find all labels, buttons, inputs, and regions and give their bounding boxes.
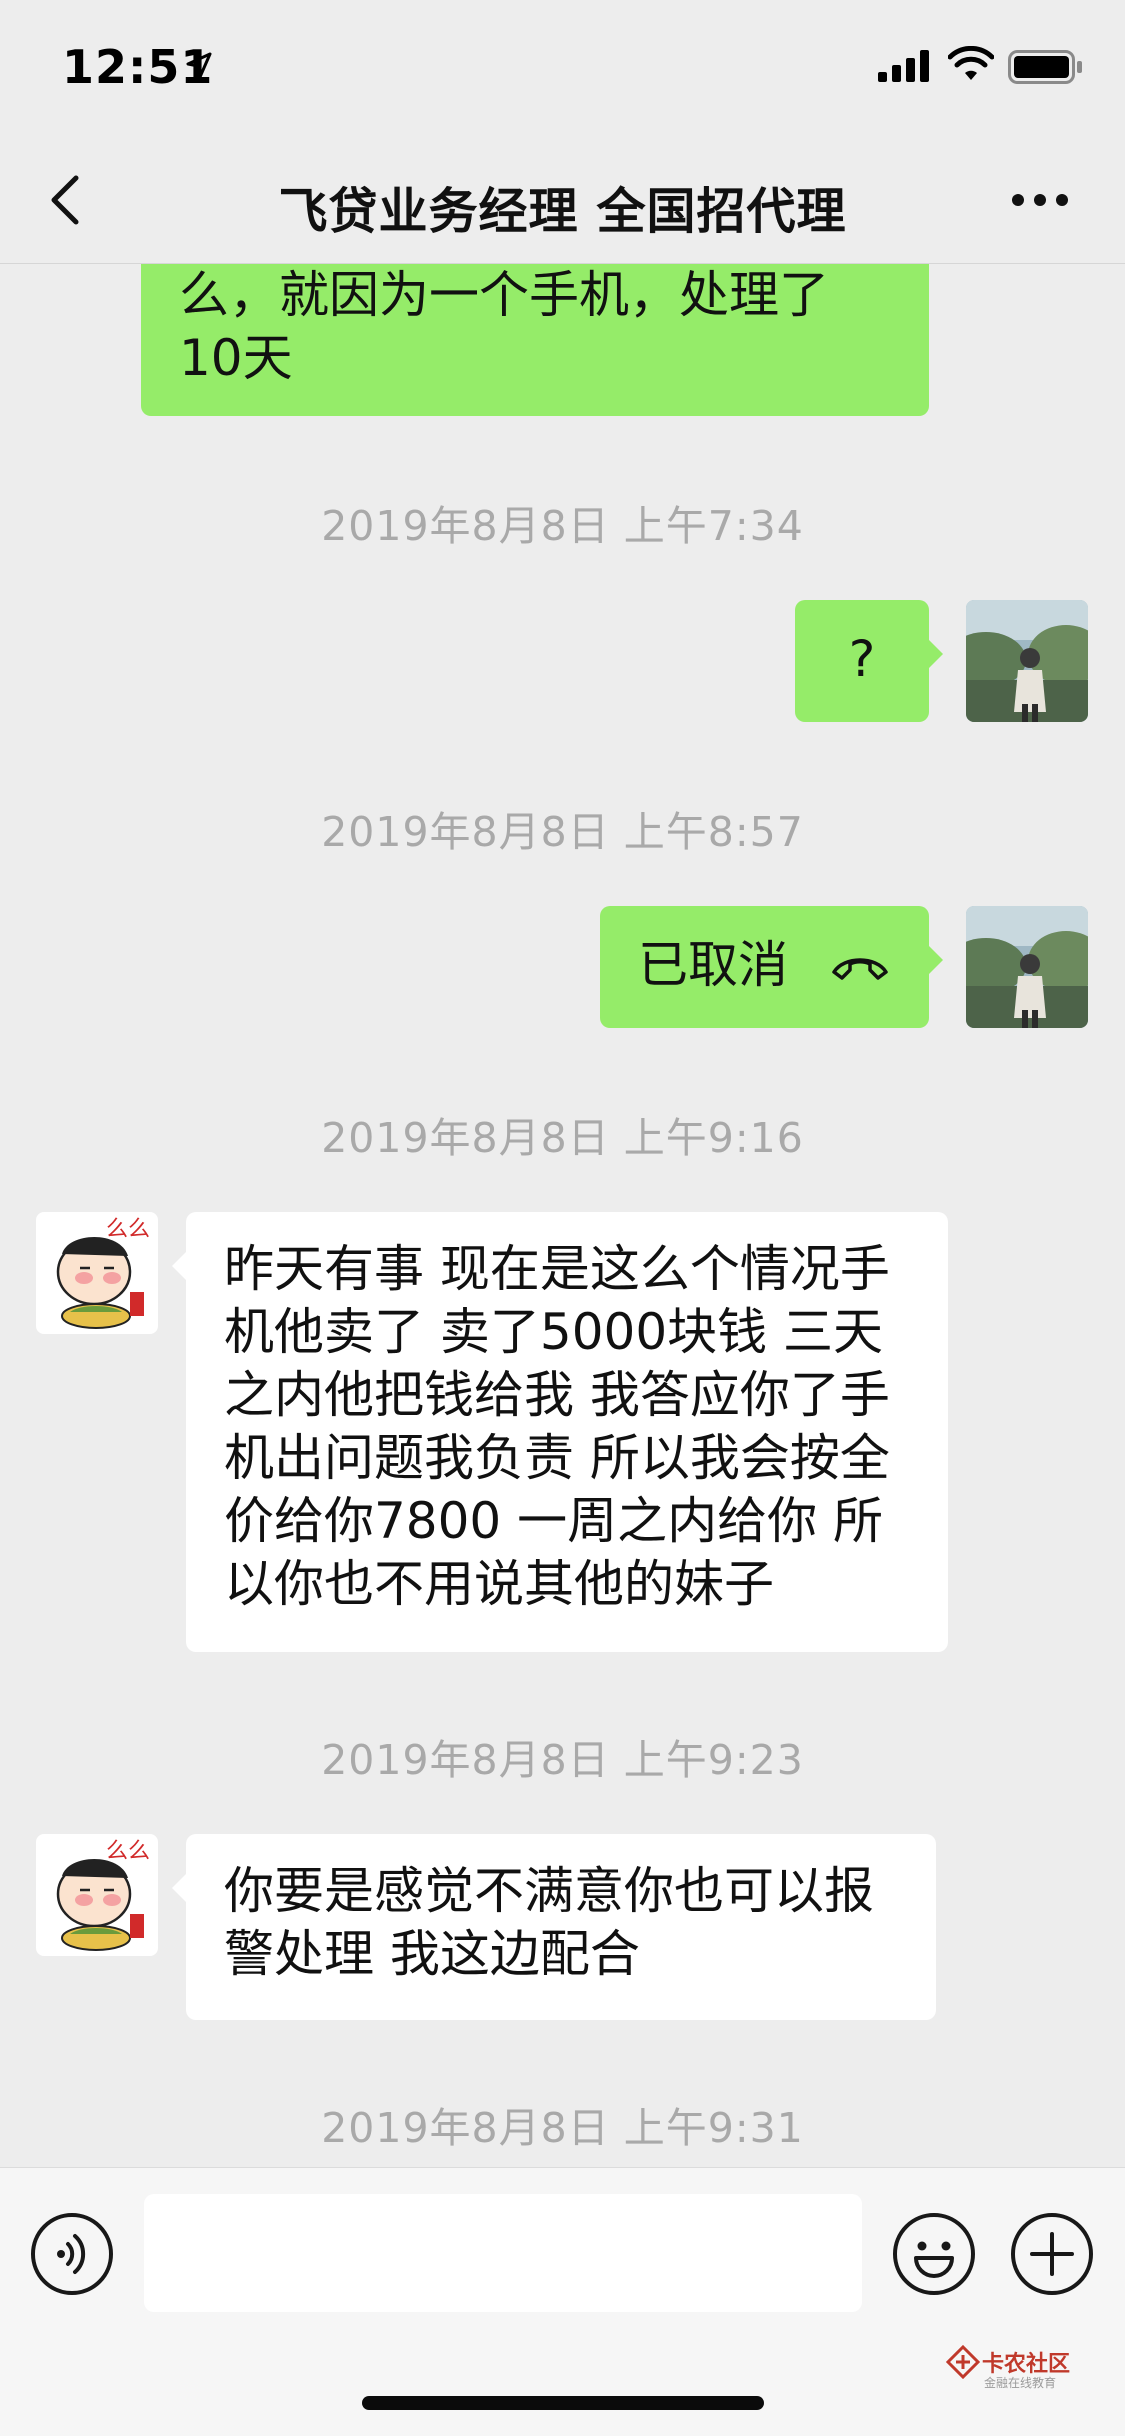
message-line: 机他卖了 卖了5000块钱 三天 xyxy=(224,1303,884,1361)
incoming-message-bubble[interactable]: 你要是感觉不满意你也可以报 警处理 我这边配合 xyxy=(172,1834,936,2020)
message-line: 以你也不用说其他的妹子 xyxy=(224,1555,774,1613)
outgoing-message-bubble[interactable]: ? xyxy=(795,600,943,722)
svg-text:么么: 么么 xyxy=(106,1839,150,1864)
watermark-subtitle: 金融在线教育 xyxy=(984,2376,1057,2390)
incoming-message-bubble[interactable]: 昨天有事 现在是这么个情况手 机他卖了 卖了5000块钱 三天 之内他把钱给我 … xyxy=(172,1212,948,1652)
more-options-icon[interactable] xyxy=(1010,192,1070,208)
svg-text:么么: 么么 xyxy=(106,1217,150,1242)
message-line: 之内他把钱给我 我答应你了手 xyxy=(224,1366,890,1424)
call-status-text: 已取消 xyxy=(638,936,788,994)
outgoing-message-bubble[interactable]: 么，就因为一个手机，处理了 10天 xyxy=(141,264,929,416)
my-avatar[interactable] xyxy=(966,906,1088,1028)
contact-avatar[interactable]: 么么 xyxy=(36,1212,158,1334)
bubble-tail xyxy=(172,1252,186,1280)
battery-icon xyxy=(1008,50,1082,84)
bubble-tail xyxy=(172,1874,186,1902)
location-arrow-icon xyxy=(186,52,212,79)
chat-header: 飞贷业务经理 全国招代理 xyxy=(0,132,1125,264)
timestamp: 2019年8月8日 上午8:57 xyxy=(321,808,804,856)
contact-avatar[interactable]: 么么 xyxy=(36,1834,158,1956)
home-indicator[interactable] xyxy=(362,2396,764,2410)
wifi-icon xyxy=(948,46,994,80)
watermark-logo-icon xyxy=(946,2345,980,2379)
emoji-icon[interactable] xyxy=(892,2212,976,2296)
message-text: ? xyxy=(848,630,876,688)
message-line: 10天 xyxy=(179,329,293,387)
more-functions-plus-icon[interactable] xyxy=(1010,2212,1094,2296)
status-bar: 12:51 xyxy=(0,0,1125,132)
voice-input-icon[interactable] xyxy=(30,2212,114,2296)
bubble-tail xyxy=(929,640,943,668)
my-avatar[interactable] xyxy=(966,600,1088,722)
message-line: 警处理 我这边配合 xyxy=(224,1925,640,1983)
message-line: 昨天有事 现在是这么个情况手 xyxy=(224,1240,890,1298)
call-ended-icon xyxy=(832,958,888,980)
cartoon-boy-avatar-icon: 么么 xyxy=(36,1834,158,1956)
cartoon-boy-avatar-icon: 么么 xyxy=(36,1212,158,1334)
timestamp: 2019年8月8日 上午9:16 xyxy=(321,1114,804,1162)
call-cancelled-bubble[interactable]: 已取消 xyxy=(600,906,943,1028)
message-line: 么，就因为一个手机，处理了 xyxy=(179,266,829,324)
chat-title: 飞贷业务经理 全国招代理 xyxy=(278,183,847,240)
timestamp: 2019年8月8日 上午7:34 xyxy=(321,502,804,550)
bubble-tail xyxy=(929,946,943,974)
message-line: 机出问题我负责 所以我会按全 xyxy=(224,1429,890,1487)
cellular-signal-icon xyxy=(878,50,929,82)
timestamp: 2019年8月8日 上午9:23 xyxy=(321,1736,804,1784)
message-list[interactable]: 么，就因为一个手机，处理了 10天 2019年8月8日 上午7:34 ? 201… xyxy=(0,264,1125,2167)
avatar-photo-icon xyxy=(966,600,1088,722)
avatar-photo-icon xyxy=(966,906,1088,1028)
message-input[interactable] xyxy=(144,2194,862,2312)
timestamp: 2019年8月8日 上午9:31 xyxy=(321,2104,804,2152)
message-line: 价给你7800 一周之内给你 所 xyxy=(224,1492,884,1550)
message-line: 你要是感觉不满意你也可以报 xyxy=(224,1862,874,1920)
